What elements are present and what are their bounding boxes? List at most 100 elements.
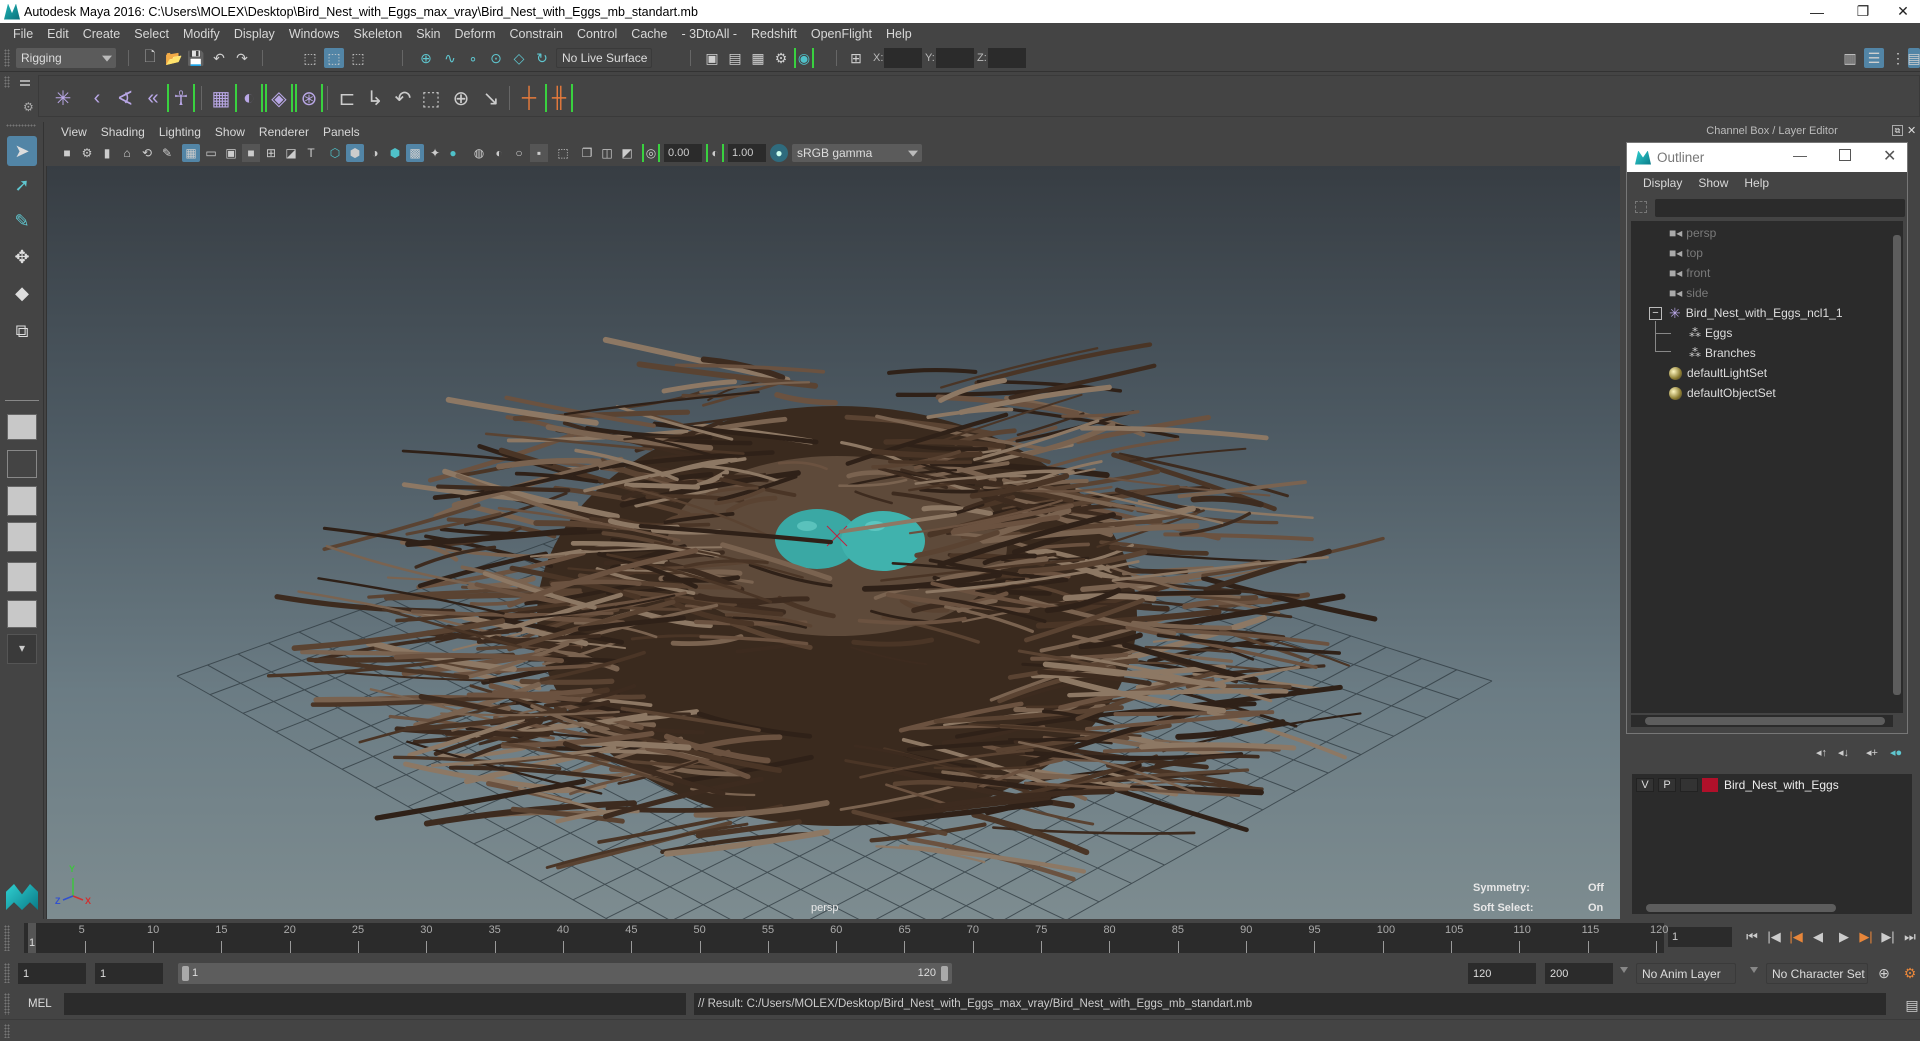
outliner-node-persp[interactable]: ■◂ persp <box>1669 223 1716 243</box>
character-set-chevron-icon[interactable] <box>1750 967 1758 973</box>
outliner-node-side[interactable]: ■◂ side <box>1669 283 1708 303</box>
command-input[interactable] <box>64 993 686 1015</box>
safe-title-icon[interactable]: T <box>302 144 320 162</box>
script-language-toggle[interactable]: MEL <box>28 998 52 1010</box>
ik-spline-icon[interactable]: ∢ <box>111 84 139 112</box>
camera-attributes-icon[interactable]: ⚙ <box>78 144 96 162</box>
outliner-node-branches[interactable]: ⁂ Branches <box>1689 343 1756 363</box>
point-constraint-icon[interactable]: ↶ <box>389 84 417 112</box>
outliner-horizontal-scrollbar[interactable] <box>1631 715 1893 727</box>
gamma-field[interactable]: 1.00 <box>728 144 766 162</box>
filter-icon[interactable] <box>1635 201 1647 213</box>
animation-end-field[interactable]: 200 <box>1545 963 1613 984</box>
panel-menu-shading[interactable]: Shading <box>94 125 152 139</box>
menu-help[interactable]: Help <box>879 27 919 41</box>
outliner-node-eggs[interactable]: ⁂ Eggs <box>1689 323 1732 343</box>
menu-redshift[interactable]: Redshift <box>744 27 804 41</box>
snap-live-icon[interactable]: ◇ <box>509 48 529 68</box>
persp-outliner-layout-button[interactable] <box>7 486 37 516</box>
outliner-search-input[interactable] <box>1655 199 1905 217</box>
screen-space-ao-icon[interactable]: ◍ <box>470 144 488 162</box>
gate-mask-icon[interactable]: ■ <box>242 144 260 162</box>
more-layouts-button[interactable]: ▾ <box>7 634 37 664</box>
aim-constraint-icon[interactable]: ⊕ <box>447 84 475 112</box>
select-component-icon[interactable]: ⬚ <box>348 48 368 68</box>
close-dock-icon[interactable]: ✕ <box>1907 124 1916 137</box>
rotate-tool-icon[interactable]: ◆ <box>7 278 37 308</box>
menu-select[interactable]: Select <box>127 27 176 41</box>
layer-horizontal-scrollbar[interactable] <box>1632 902 1912 914</box>
snap-curve-icon[interactable]: ∿ <box>440 48 460 68</box>
pole-vector-icon[interactable]: ↘ <box>477 84 505 112</box>
step-back-key-button[interactable]: |◀ <box>1786 927 1806 947</box>
isolate-select-icon[interactable]: ⬚ <box>554 144 572 162</box>
anti-aliasing-icon[interactable]: ○ <box>510 144 528 162</box>
motion-blur-icon[interactable]: ◐ <box>490 144 508 162</box>
redo-icon[interactable]: ↷ <box>232 48 252 68</box>
outliner-node-front[interactable]: ■◂ front <box>1669 263 1710 283</box>
menu-skeleton[interactable]: Skeleton <box>347 27 410 41</box>
menu-display[interactable]: Display <box>227 27 282 41</box>
shelf-menu-icon[interactable] <box>20 80 30 82</box>
key-frame-icon[interactable]: ┼ <box>515 84 543 112</box>
image-plane-icon[interactable]: ⌂ <box>118 144 136 162</box>
auto-key-icon[interactable]: ⊕ <box>1874 963 1894 983</box>
parent-constraint-icon[interactable]: ↳ <box>361 84 389 112</box>
field-chart-icon[interactable]: ⊞ <box>262 144 280 162</box>
xray-joints-icon[interactable]: ◫ <box>598 144 616 162</box>
lattice-icon[interactable]: ⊛ <box>295 84 323 112</box>
drag-handle[interactable] <box>4 49 10 67</box>
insert-joint-icon[interactable]: « <box>139 84 167 112</box>
menu-control[interactable]: Control <box>570 27 624 41</box>
snap-point-icon[interactable]: ∘ <box>463 48 483 68</box>
smooth-shade-icon[interactable]: ⬢ <box>346 144 364 162</box>
textured-icon[interactable]: ▩ <box>406 144 424 162</box>
step-forward-key-button[interactable]: ▶| <box>1856 927 1876 947</box>
render-settings-icon[interactable]: ⚙ <box>771 48 791 68</box>
scrollbar-thumb[interactable] <box>1645 717 1885 725</box>
persp-graph-outliner-layout-button[interactable] <box>7 600 37 628</box>
new-scene-icon[interactable]: 🗋 <box>140 48 160 68</box>
channel-box-icon[interactable]: ▤ <box>1907 48 1920 68</box>
two-d-pan-zoom-icon[interactable]: ⟲ <box>138 144 156 162</box>
close-button[interactable]: ✕ <box>1880 0 1920 23</box>
play-forward-button[interactable]: ▶ <box>1834 927 1854 947</box>
outliner-node-top[interactable]: ■◂ top <box>1669 243 1703 263</box>
outliner-close-button[interactable]: ✕ <box>1883 146 1896 166</box>
paint-skin-weights-icon[interactable]: ▦ <box>207 84 235 112</box>
outliner-vertical-scrollbar[interactable] <box>1891 221 1903 713</box>
outliner-node-default-light-set[interactable]: defaultLightSet <box>1669 363 1767 383</box>
menu-create[interactable]: Create <box>76 27 128 41</box>
outliner-node-default-object-set[interactable]: defaultObjectSet <box>1669 383 1776 403</box>
go-to-end-button[interactable]: ⏭ <box>1900 927 1920 947</box>
collapse-toggle[interactable]: − <box>1649 307 1662 320</box>
new-layer-selected-icon[interactable]: ◂● <box>1890 746 1902 759</box>
bookmark-icon[interactable]: ▮ <box>98 144 116 162</box>
layer-display-type-toggle[interactable] <box>1680 778 1698 792</box>
xray-components-icon[interactable]: ◩ <box>618 144 636 162</box>
menu-skin[interactable]: Skin <box>409 27 447 41</box>
menu-cache[interactable]: Cache <box>624 27 674 41</box>
move-layer-down-icon[interactable]: ◂↓ <box>1838 746 1849 759</box>
character-set-dropdown[interactable]: No Character Set <box>1766 963 1868 984</box>
modeling-toolkit-icon[interactable]: ▥ <box>1840 48 1860 68</box>
render-frame-icon[interactable]: ▣ <box>702 48 722 68</box>
menu-openflight[interactable]: OpenFlight <box>804 27 879 41</box>
minimize-button[interactable]: — <box>1794 0 1840 23</box>
film-gate-icon[interactable]: ▭ <box>202 144 220 162</box>
menu-3dtoall[interactable]: - 3DtoAll - <box>674 27 744 41</box>
range-start-handle[interactable] <box>182 966 189 981</box>
tool-settings-icon[interactable]: ⋮ <box>1888 48 1908 68</box>
menu-windows[interactable]: Windows <box>282 27 347 41</box>
color-management-toggle[interactable]: ● <box>770 144 788 162</box>
panel-menu-lighting[interactable]: Lighting <box>152 125 208 139</box>
set-key-icon[interactable]: ╫ <box>545 84 573 112</box>
current-frame-field[interactable]: 1 <box>1668 927 1732 947</box>
viewport-3d[interactable]: Y X Z persp Symmetry: Off Soft Select: O… <box>46 166 1620 919</box>
hypershade-layout-button[interactable] <box>7 562 37 592</box>
xray-icon[interactable]: ❐ <box>578 144 596 162</box>
open-scene-icon[interactable]: 📂 <box>164 48 184 68</box>
step-forward-frame-button[interactable]: ▶| <box>1878 927 1898 947</box>
range-end-handle[interactable] <box>941 966 948 981</box>
anim-layer-chevron-icon[interactable] <box>1620 967 1628 973</box>
